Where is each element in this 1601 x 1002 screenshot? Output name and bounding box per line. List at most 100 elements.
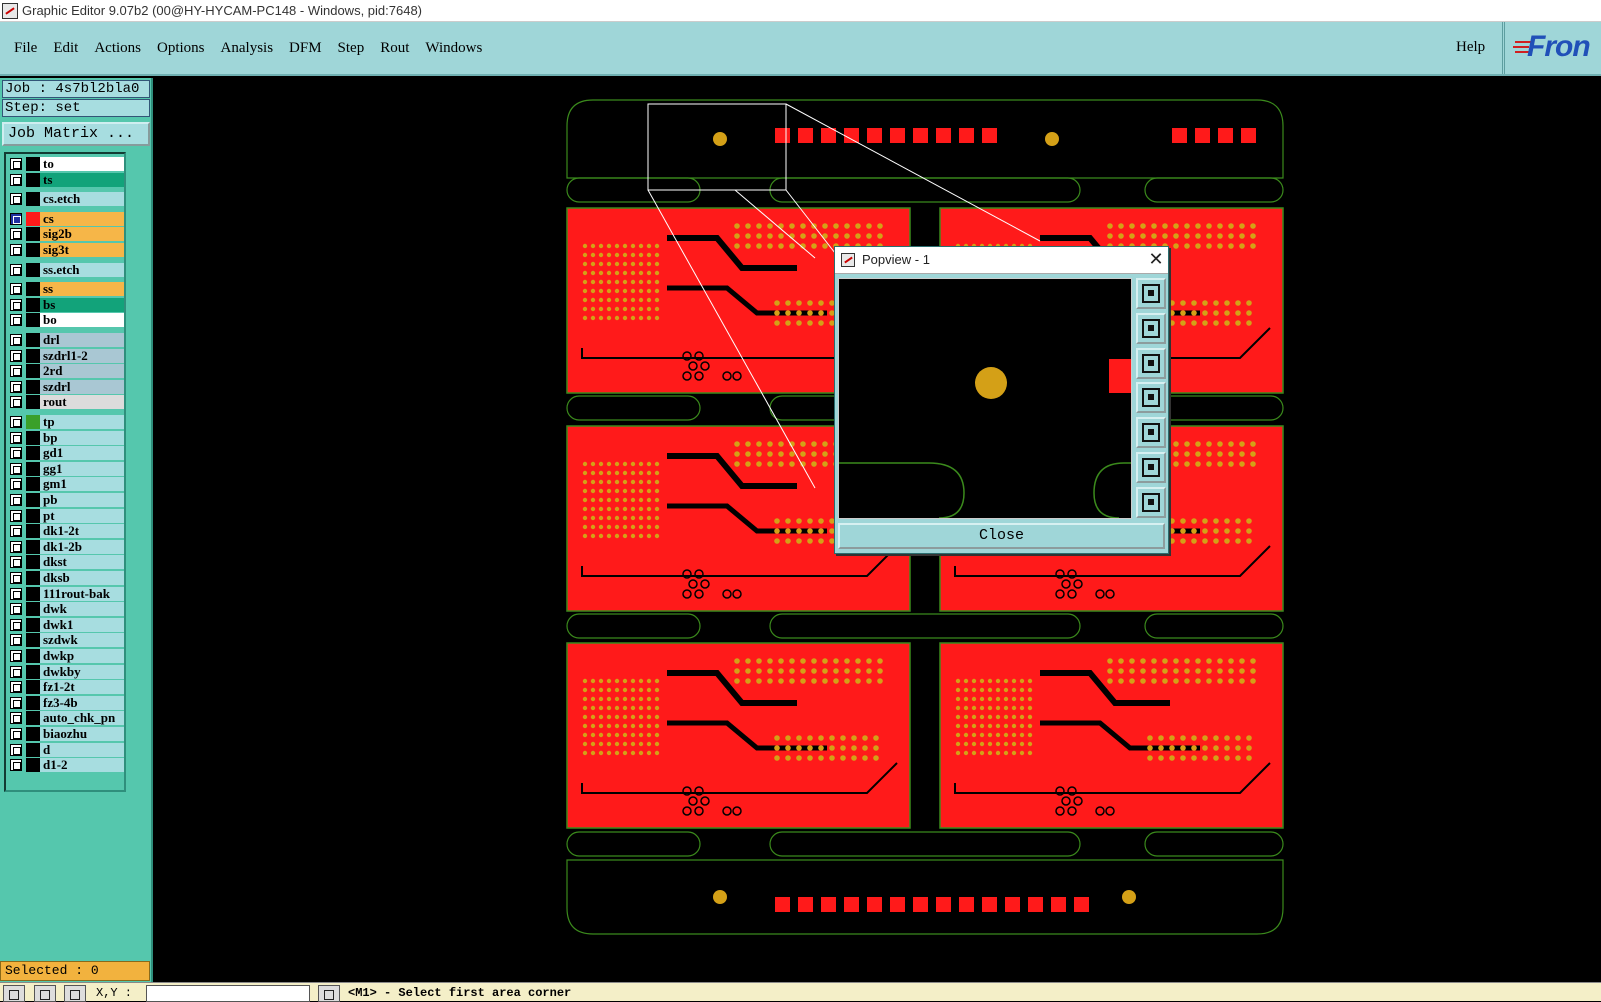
layer-checkbox[interactable]: [10, 416, 22, 428]
layer-row-111rout-bak[interactable]: 111rout-bak: [8, 586, 124, 601]
layer-display-swatch[interactable]: [26, 571, 40, 585]
layer-row-ss.etch[interactable]: ss.etch: [8, 262, 124, 277]
layer-display-swatch[interactable]: [26, 211, 40, 226]
layer-row-sig3t[interactable]: sig3t: [8, 243, 124, 257]
layer-checkbox[interactable]: [10, 462, 22, 475]
layer-display-swatch[interactable]: [26, 695, 40, 710]
zoom-in-icon[interactable]: [1136, 487, 1166, 518]
layer-checkbox[interactable]: [10, 263, 22, 276]
layer-checkbox[interactable]: [10, 447, 22, 460]
menu-step[interactable]: Step: [330, 40, 373, 57]
layer-row-pb[interactable]: pb: [8, 493, 124, 507]
layer-display-swatch[interactable]: [26, 282, 40, 297]
layer-name[interactable]: cs.etch: [40, 192, 124, 207]
zoom-fit-icon[interactable]: [1136, 278, 1166, 309]
layer-display-swatch[interactable]: [26, 477, 40, 492]
layer-display-swatch[interactable]: [26, 649, 40, 663]
layer-row-tp[interactable]: tp: [8, 415, 124, 429]
layer-row-pt[interactable]: pt: [8, 508, 124, 523]
layer-display-swatch[interactable]: [26, 461, 40, 476]
select-tool-icon[interactable]: [3, 985, 25, 1002]
layer-display-swatch[interactable]: [26, 227, 40, 242]
popview-viewport[interactable]: [838, 278, 1132, 519]
layer-checkbox[interactable]: [10, 212, 22, 225]
layer-checkbox[interactable]: [10, 228, 22, 241]
layer-row-to[interactable]: to: [8, 157, 124, 171]
layer-checkbox[interactable]: [10, 696, 22, 709]
layer-display-swatch[interactable]: [26, 262, 40, 277]
pause-icon[interactable]: [318, 985, 340, 1002]
layer-row-dwkby[interactable]: dwkby: [8, 664, 124, 679]
check-tool-icon[interactable]: [34, 985, 56, 1002]
layer-display-swatch[interactable]: [26, 742, 40, 757]
layer-display-swatch[interactable]: [26, 446, 40, 461]
layer-checkbox[interactable]: [10, 494, 22, 506]
layer-checkbox[interactable]: [10, 173, 22, 186]
layer-checkbox[interactable]: [10, 380, 22, 393]
layer-name[interactable]: bo: [40, 313, 124, 328]
layer-checkbox[interactable]: [10, 365, 22, 378]
snap-tool-icon[interactable]: [64, 985, 86, 1002]
close-icon[interactable]: ✕: [1145, 248, 1167, 272]
layer-name[interactable]: ts: [40, 172, 124, 187]
layer-name[interactable]: d: [40, 742, 124, 757]
layer-row-rout[interactable]: rout: [8, 395, 124, 410]
layer-checkbox[interactable]: [10, 158, 22, 170]
layer-name[interactable]: 111rout-bak: [40, 586, 124, 601]
layer-display-swatch[interactable]: [26, 348, 40, 363]
layer-row-dk1-2b[interactable]: dk1-2b: [8, 539, 124, 554]
layer-name[interactable]: gm1: [40, 477, 124, 492]
layer-display-swatch[interactable]: [26, 664, 40, 679]
layer-display-swatch[interactable]: [26, 758, 40, 773]
layer-checkbox[interactable]: [10, 728, 22, 740]
layer-checkbox[interactable]: [10, 314, 22, 327]
layer-name[interactable]: szdrl: [40, 379, 124, 394]
layer-row-gm1[interactable]: gm1: [8, 477, 124, 492]
menu-options[interactable]: Options: [149, 40, 213, 57]
layer-row-d[interactable]: d: [8, 742, 124, 757]
popview-close-button[interactable]: Close: [838, 523, 1165, 549]
layer-row-2rd[interactable]: 2rd: [8, 364, 124, 379]
layer-row-bo[interactable]: bo: [8, 313, 124, 328]
layer-checkbox[interactable]: [10, 478, 22, 491]
layer-name[interactable]: dksb: [40, 571, 124, 585]
layer-checkbox[interactable]: [10, 618, 22, 631]
layer-name[interactable]: dwk1: [40, 617, 124, 632]
layer-checkbox[interactable]: [10, 193, 22, 206]
layer-checkbox[interactable]: [10, 334, 22, 346]
layer-row-dwk[interactable]: dwk: [8, 602, 124, 617]
layer-name[interactable]: gg1: [40, 461, 124, 476]
layer-checkbox[interactable]: [10, 556, 22, 569]
layer-display-swatch[interactable]: [26, 364, 40, 379]
layer-row-szdwk[interactable]: szdwk: [8, 633, 124, 648]
layer-display-swatch[interactable]: [26, 430, 40, 445]
layer-name[interactable]: drl: [40, 333, 124, 347]
layer-row-sig2b[interactable]: sig2b: [8, 227, 124, 242]
layer-checkbox[interactable]: [10, 396, 22, 409]
layer-checkbox[interactable]: [10, 650, 22, 662]
pan-right-icon[interactable]: [1136, 417, 1166, 448]
pan-left-icon[interactable]: [1136, 382, 1166, 413]
layer-name[interactable]: ss.etch: [40, 262, 124, 277]
layer-row-drl[interactable]: drl: [8, 333, 124, 347]
layer-display-swatch[interactable]: [26, 297, 40, 312]
layer-display-swatch[interactable]: [26, 539, 40, 554]
layer-checkbox[interactable]: [10, 431, 22, 444]
layer-name[interactable]: to: [40, 157, 124, 171]
layer-display-swatch[interactable]: [26, 633, 40, 648]
layer-display-swatch[interactable]: [26, 680, 40, 695]
layer-name[interactable]: fz1-2t: [40, 680, 124, 695]
layer-display-swatch[interactable]: [26, 555, 40, 570]
layer-checkbox[interactable]: [10, 244, 22, 256]
popview-titlebar[interactable]: Popview - 1 ✕: [835, 247, 1168, 274]
layer-name[interactable]: szdwk: [40, 633, 124, 648]
layer-display-swatch[interactable]: [26, 192, 40, 207]
job-matrix-button[interactable]: Job Matrix ...: [2, 122, 150, 146]
layer-display-swatch[interactable]: [26, 313, 40, 328]
menu-windows[interactable]: Windows: [417, 40, 490, 57]
layer-name[interactable]: sig2b: [40, 227, 124, 242]
layer-name[interactable]: sig3t: [40, 243, 124, 257]
layer-checkbox[interactable]: [10, 634, 22, 647]
layer-name[interactable]: rout: [40, 395, 124, 410]
layer-display-swatch[interactable]: [26, 157, 40, 171]
